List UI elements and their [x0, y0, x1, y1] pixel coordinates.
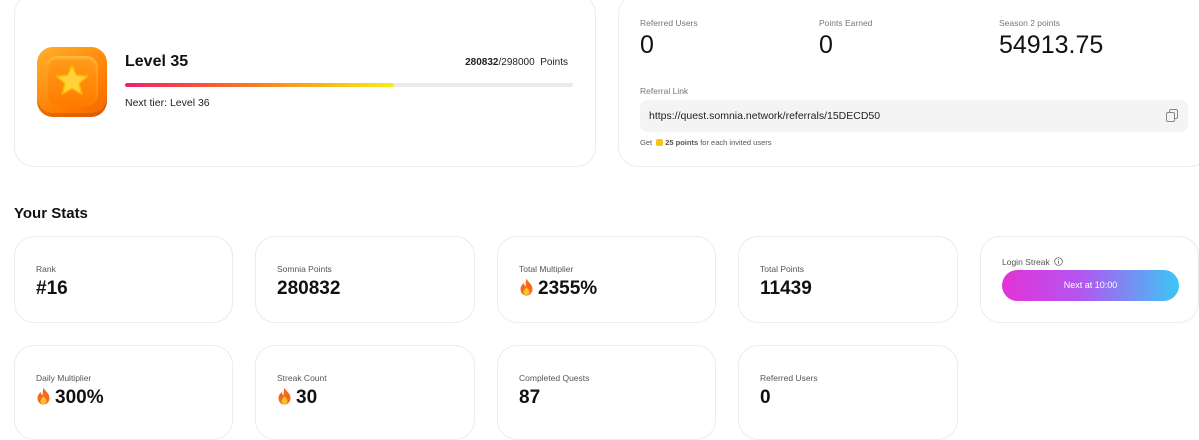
info-icon[interactable]: [1054, 257, 1063, 266]
season-points-value: 54913.75: [999, 31, 1104, 59]
season-points-stat: Season 2 points 54913.75: [999, 18, 1103, 60]
referred-users-card: Referred Users 0: [738, 345, 958, 440]
total-multiplier-value: 2355%: [538, 278, 598, 299]
level-card: Level 35 280832/298000 Points Next tier:…: [14, 0, 596, 167]
rank-label: Rank: [36, 264, 56, 274]
fire-icon: [520, 278, 533, 296]
level-title: Level 35: [125, 53, 189, 70]
points-max: /298000: [498, 57, 535, 68]
referral-note-points: 25 points: [665, 138, 699, 147]
points-earned-label: Points Earned: [819, 18, 873, 28]
total-multiplier-row: 2355%: [519, 278, 597, 300]
somnia-points-label: Somnia Points: [277, 264, 332, 274]
referral-card: Referred Users 0 Points Earned 0 Season …: [618, 0, 1199, 167]
total-points-label: Total Points: [760, 264, 804, 274]
referral-note-prefix: Get: [640, 138, 653, 147]
next-login-button[interactable]: Next at 10:00: [1002, 270, 1179, 301]
points-unit: Points: [540, 57, 568, 68]
coin-icon: [656, 139, 664, 146]
level-progress-bar: [125, 83, 573, 87]
next-tier-value: Level 36: [169, 97, 210, 109]
completed-quests-label: Completed Quests: [519, 373, 590, 383]
streak-count-label: Streak Count: [277, 373, 327, 383]
daily-multiplier-card: Daily Multiplier 300%: [14, 345, 233, 440]
points-earned-stat: Points Earned 0: [819, 18, 872, 60]
streak-count-value: 30: [296, 387, 318, 408]
points-earned-value: 0: [819, 31, 833, 59]
referred-users-stat-value: 0: [760, 387, 771, 408]
fire-icon: [278, 387, 291, 405]
total-points-value: 11439: [760, 278, 812, 299]
streak-count-card: Streak Count 30: [255, 345, 475, 440]
total-multiplier-card: Total Multiplier 2355%: [497, 236, 716, 323]
streak-count-row: 30: [277, 387, 317, 409]
next-tier-label: Next tier:: [125, 97, 168, 109]
referred-users-stat: Referred Users 0: [640, 18, 698, 60]
login-streak-card: Login Streak Next at 10:00: [980, 236, 1199, 323]
daily-multiplier-row: 300%: [36, 387, 104, 409]
referral-link-label: Referral Link: [640, 86, 689, 96]
level-progress-fill: [125, 83, 394, 87]
referral-note: Get 25 points for each invited users: [640, 138, 772, 147]
login-streak-label: Login Streak: [1002, 257, 1050, 267]
star-icon: [55, 64, 89, 95]
referred-users-value: 0: [640, 31, 654, 59]
somnia-points-value: 280832: [277, 278, 341, 299]
referred-users-label: Referred Users: [640, 18, 698, 28]
season-points-label: Season 2 points: [999, 18, 1060, 28]
completed-quests-value: 87: [519, 387, 541, 408]
completed-quests-card: Completed Quests 87: [497, 345, 716, 440]
your-stats-title: Your Stats: [14, 205, 88, 222]
referral-note-suffix: for each invited users: [700, 138, 772, 147]
login-streak-label-row: Login Streak: [1002, 257, 1063, 267]
somnia-points-card: Somnia Points 280832: [255, 236, 475, 323]
level-badge: [37, 47, 107, 117]
daily-multiplier-value: 300%: [55, 387, 104, 408]
total-points-card: Total Points 11439: [738, 236, 958, 323]
rank-value: #16: [36, 278, 68, 299]
points-progress: 280832/298000 Points: [465, 57, 568, 68]
referral-link-field[interactable]: https://quest.somnia.network/referrals/1…: [640, 100, 1188, 132]
daily-multiplier-label: Daily Multiplier: [36, 373, 92, 383]
rank-card: Rank #16: [14, 236, 233, 323]
points-current: 280832: [465, 57, 499, 68]
next-tier: Next tier: Level 36: [125, 97, 210, 109]
copy-icon[interactable]: [1166, 109, 1178, 122]
total-multiplier-label: Total Multiplier: [519, 264, 574, 274]
referral-link-text[interactable]: https://quest.somnia.network/referrals/1…: [649, 110, 880, 122]
fire-icon: [37, 387, 50, 405]
referred-users-stat-label: Referred Users: [760, 373, 818, 383]
